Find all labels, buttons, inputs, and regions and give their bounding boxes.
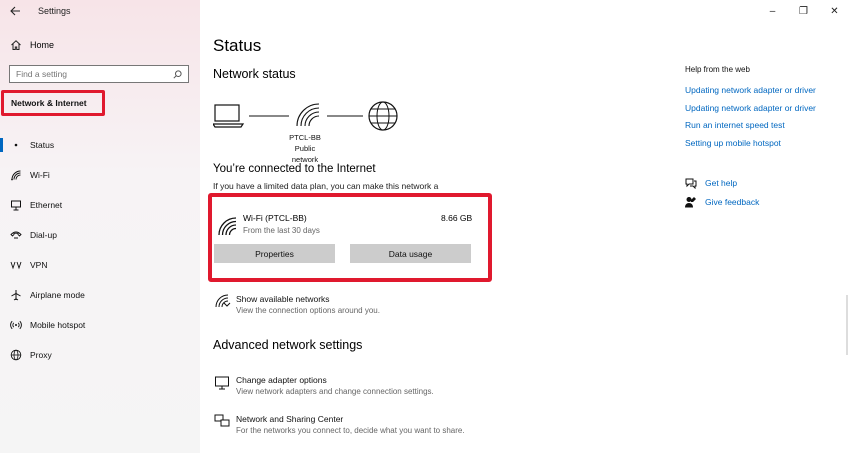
network-status-heading: Network status — [213, 67, 296, 81]
sidebar-item-label: Dial-up — [30, 230, 57, 240]
network-type: Public network — [291, 144, 319, 164]
sidebar-item-vpn[interactable]: VPN — [0, 250, 200, 280]
search-icon — [173, 69, 182, 79]
globe-icon — [10, 349, 22, 361]
back-button[interactable] — [0, 0, 30, 22]
sidebar-item-dialup[interactable]: Dial-up — [0, 220, 200, 250]
hotspot-icon — [10, 319, 22, 331]
airplane-icon — [10, 289, 22, 301]
get-help-label: Get help — [705, 178, 738, 188]
network-name: PTCL-BB — [289, 133, 321, 142]
search-box[interactable] — [9, 65, 189, 83]
help-panel: Help from the web Updating network adapt… — [685, 0, 850, 453]
advanced-settings-heading: Advanced network settings — [213, 338, 363, 352]
sidebar-item-airplane[interactable]: Airplane mode — [0, 280, 200, 310]
give-feedback-label: Give feedback — [705, 197, 760, 207]
main-content: Status Network status PTCL-BB Public net… — [200, 0, 680, 453]
get-help-link[interactable]: Get help — [685, 177, 737, 189]
show-networks-link[interactable]: Show available networks — [236, 294, 330, 304]
sidebar-item-wifi[interactable]: Wi-Fi — [0, 160, 200, 190]
sidebar-item-label: Mobile hotspot — [30, 320, 86, 330]
globe-icon — [368, 101, 398, 131]
home-label: Home — [30, 40, 55, 50]
wifi-icon — [218, 217, 237, 236]
scrollbar[interactable] — [846, 295, 848, 355]
wifi-icon — [10, 169, 22, 181]
sidebar-item-proxy[interactable]: Proxy — [0, 340, 200, 370]
network-sharing-center-link[interactable]: Network and Sharing Center — [236, 414, 343, 424]
sidebar-item-label: VPN — [30, 260, 48, 270]
sharing-description: For the networks you connect to, decide … — [236, 426, 465, 435]
adapter-icon — [215, 376, 229, 390]
title-bar: Settings — [0, 0, 200, 22]
wifi-network-name: Wi-Fi (PTCL-BB) — [243, 213, 307, 223]
sidebar-item-label: Ethernet — [30, 200, 63, 210]
connection-status: You’re connected to the Internet — [213, 163, 376, 175]
sidebar-nav: Status Wi-Fi Ethernet Dial-up VPN Airpla… — [0, 130, 200, 370]
adapter-description: View network adapters and change connect… — [236, 387, 434, 396]
help-link[interactable]: Run an internet speed test — [685, 120, 816, 138]
settings-window: Settings Home Network & Internet Status … — [0, 0, 850, 453]
help-link[interactable]: Updating network adapter or driver — [685, 103, 816, 121]
section-title: Network & Internet — [1, 90, 105, 116]
help-links: Updating network adapter or driver Updat… — [685, 85, 816, 155]
wifi-data-usage: 8.66 GB — [441, 213, 473, 223]
network-name-block: PTCL-BB Public network — [282, 132, 328, 165]
sidebar-item-label: Status — [30, 140, 55, 150]
sidebar-item-status[interactable]: Status — [0, 130, 200, 160]
sidebar-item-hotspot[interactable]: Mobile hotspot — [0, 310, 200, 340]
home-icon — [11, 40, 21, 50]
status-icon — [10, 139, 22, 151]
vpn-icon — [10, 259, 22, 271]
change-adapter-options-link[interactable]: Change adapter options — [236, 375, 327, 385]
help-title: Help from the web — [685, 65, 750, 74]
sidebar: Settings Home Network & Internet Status … — [0, 0, 200, 453]
search-input[interactable] — [16, 69, 166, 79]
page-title: Status — [213, 36, 262, 55]
chat-help-icon — [685, 177, 697, 189]
give-feedback-link[interactable]: Give feedback — [685, 196, 759, 208]
help-link[interactable]: Updating network adapter or driver — [685, 85, 816, 103]
data-usage-button[interactable]: Data usage — [350, 244, 471, 263]
dialup-icon — [10, 229, 22, 241]
properties-button[interactable]: Properties — [214, 244, 335, 263]
wifi-icon — [296, 103, 320, 127]
sidebar-item-label: Airplane mode — [30, 290, 85, 300]
app-title: Settings — [38, 6, 71, 16]
sidebar-item-label: Proxy — [30, 350, 52, 360]
wifi-usage-period: From the last 30 days — [243, 226, 320, 235]
sidebar-item-ethernet[interactable]: Ethernet — [0, 190, 200, 220]
home-button[interactable]: Home — [10, 39, 54, 51]
show-networks-description: View the connection options around you. — [236, 306, 380, 315]
help-link[interactable]: Setting up mobile hotspot — [685, 138, 816, 156]
sidebar-item-label: Wi-Fi — [30, 170, 50, 180]
available-networks-icon — [215, 294, 231, 308]
wifi-card-highlight — [208, 193, 492, 282]
feedback-icon — [685, 196, 697, 208]
laptop-icon — [213, 104, 245, 128]
back-arrow-icon — [9, 6, 20, 16]
ethernet-icon — [10, 199, 22, 211]
sharing-center-icon — [214, 414, 230, 427]
